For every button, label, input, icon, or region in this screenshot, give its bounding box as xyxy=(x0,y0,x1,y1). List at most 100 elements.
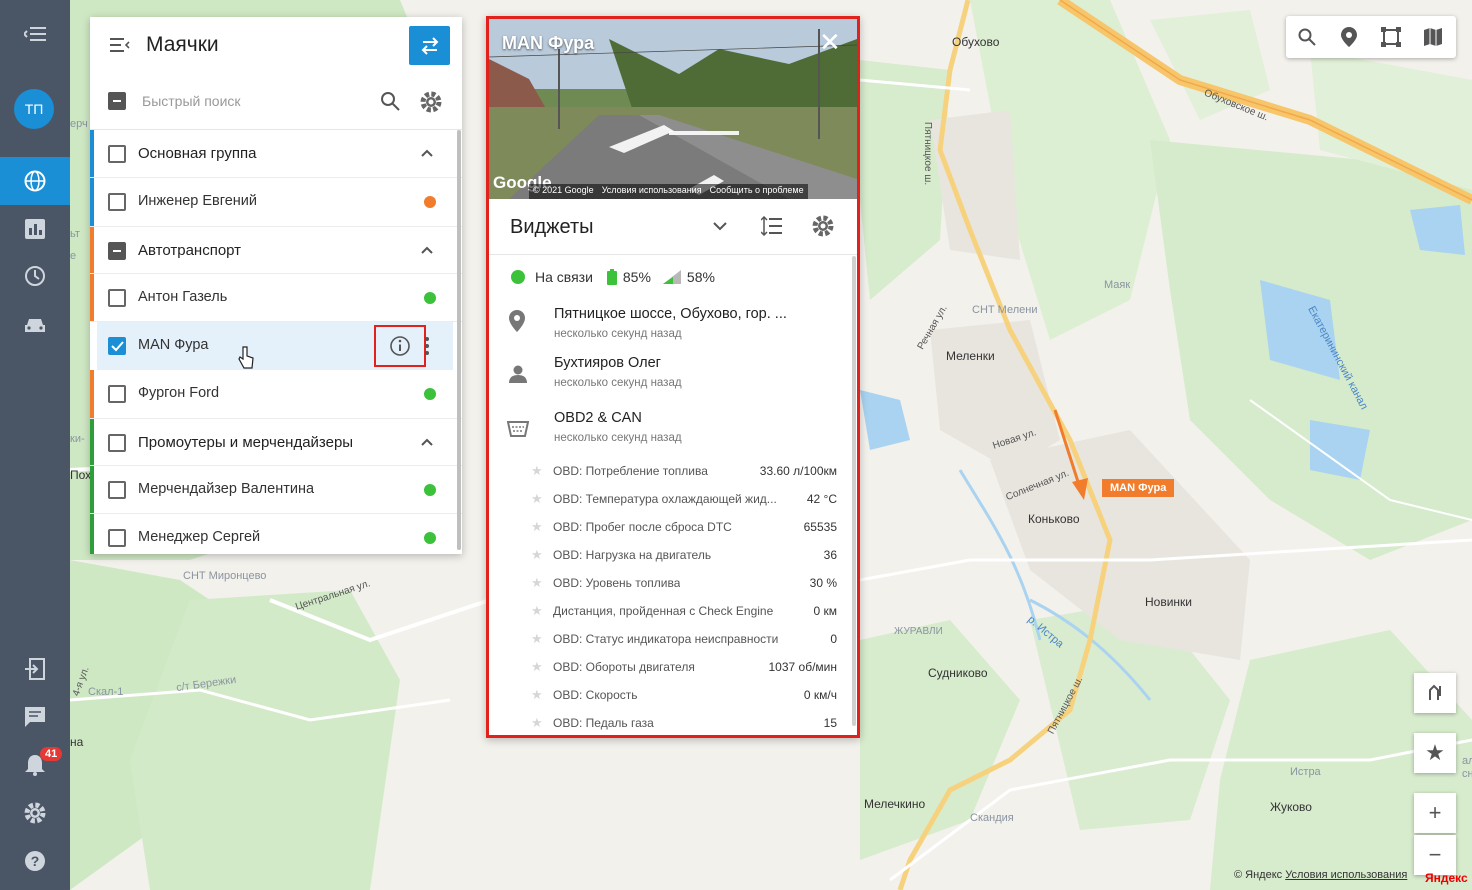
info-button[interactable] xyxy=(374,325,426,367)
list-item-selected[interactable]: MAN Фура xyxy=(97,322,453,370)
settings-gear-icon[interactable] xyxy=(420,91,442,113)
star-icon[interactable]: ★ xyxy=(531,547,543,563)
search-icon[interactable] xyxy=(380,91,400,111)
view-switch-button[interactable] xyxy=(409,26,450,65)
person-icon xyxy=(509,365,527,383)
user-avatar[interactable]: ТП xyxy=(14,89,54,129)
obd-param-name: OBD: Потребление топлива xyxy=(553,464,708,478)
map-label-skandiya: Скандия xyxy=(970,812,1014,824)
map-area-button[interactable] xyxy=(1370,16,1412,58)
truck-map-marker-label[interactable]: MAN Фура xyxy=(1102,479,1175,497)
obd-param-row[interactable]: ★ OBD: Пробег после сброса DTC 65535 xyxy=(489,514,849,542)
map-routing-button[interactable] xyxy=(1414,673,1456,713)
group-row-transport[interactable]: Автотранспорт xyxy=(90,226,462,274)
obd-param-row[interactable]: ★ OBD: Нагрузка на двигатель 36 xyxy=(489,542,849,570)
item-checkbox-checked[interactable] xyxy=(108,337,126,355)
group-row-main[interactable]: Основная группа xyxy=(90,130,462,178)
nav-settings[interactable] xyxy=(0,789,70,837)
obd-widget[interactable]: OBD2 & CAN несколько секунд назад xyxy=(489,410,849,454)
card-scrollbar[interactable] xyxy=(852,256,856,726)
widgets-gear-icon[interactable] xyxy=(812,215,834,237)
photo-report-link[interactable]: Сообщить о проблеме xyxy=(710,185,804,198)
group-name: Автотранспорт xyxy=(138,242,242,259)
obd-param-row[interactable]: ★ Дистанция, пройденная с Check Engine 0 к… xyxy=(489,598,849,626)
obd-param-row[interactable]: ★ OBD: Скорость 0 км/ч xyxy=(489,682,849,710)
item-checkbox[interactable] xyxy=(108,385,126,403)
star-icon[interactable]: ★ xyxy=(531,519,543,535)
group-checkbox[interactable] xyxy=(108,145,126,163)
list-item[interactable]: Мерчендайзер Валентина xyxy=(90,466,462,514)
beacons-panel: Маячки Основная группа Инженер Евгений xyxy=(90,17,462,554)
obd-param-row[interactable]: ★ OBD: Обороты двигателя 1037 об/мин xyxy=(489,654,849,682)
obd-param-row[interactable]: ★ OBD: Педаль газа 15 xyxy=(489,710,849,735)
nav-reports[interactable] xyxy=(0,205,70,253)
obd-param-name: OBD: Обороты двигателя xyxy=(553,660,695,674)
item-checkbox[interactable] xyxy=(108,481,126,499)
map-search-button[interactable] xyxy=(1286,16,1328,58)
star-icon[interactable]: ★ xyxy=(531,631,543,647)
select-all-checkbox[interactable] xyxy=(108,92,126,110)
map-label-right-1: ала xyxy=(1462,755,1472,767)
obd-param-row[interactable]: ★ OBD: Температура охлаждающей жид... 42 °… xyxy=(489,486,849,514)
map-favorites-button[interactable]: ★ xyxy=(1414,733,1456,773)
star-icon[interactable]: ★ xyxy=(531,463,543,479)
zoom-out-button[interactable]: − xyxy=(1414,835,1456,875)
group-checkbox[interactable] xyxy=(108,242,126,260)
obd-title: OBD2 & CAN xyxy=(554,410,642,426)
group-row-promoters[interactable]: Промоутеры и мерчендайзеры xyxy=(90,418,462,466)
street-view-photo[interactable]: MAN Фура ✕ Google © 2021 Google Условия … xyxy=(489,19,857,199)
chevron-up-icon[interactable] xyxy=(420,435,434,449)
star-icon[interactable]: ★ xyxy=(531,603,543,619)
item-checkbox[interactable] xyxy=(108,529,126,547)
nav-history[interactable] xyxy=(0,252,70,300)
map-label-snt-mironcevo: СНТ Миронцево xyxy=(183,570,267,582)
star-icon[interactable]: ★ xyxy=(531,659,543,675)
chevron-down-icon[interactable] xyxy=(711,217,729,235)
obd-param-row[interactable]: ★ OBD: Статус индикатора неисправности 0 xyxy=(489,626,849,654)
more-vertical-icon[interactable] xyxy=(424,336,430,356)
photo-terms-link[interactable]: Условия использования xyxy=(602,185,702,198)
zoom-in-button[interactable]: + xyxy=(1414,793,1456,833)
nav-help[interactable]: ? xyxy=(0,837,70,885)
star-icon[interactable]: ★ xyxy=(531,715,543,731)
nav-vehicles[interactable] xyxy=(0,302,70,350)
star-icon[interactable]: ★ xyxy=(531,575,543,591)
map-copyright-text: © Яндекс xyxy=(1234,869,1283,881)
quick-search-input[interactable] xyxy=(142,93,362,109)
chevron-up-icon[interactable] xyxy=(420,146,434,160)
chevron-up-icon[interactable] xyxy=(420,243,434,257)
sort-icon[interactable] xyxy=(761,216,783,236)
map-label-mayak: Маяк xyxy=(1104,279,1131,291)
map-pin-button[interactable] xyxy=(1328,16,1370,58)
search-row xyxy=(90,75,462,130)
close-card-button[interactable]: ✕ xyxy=(819,29,841,55)
nav-logout[interactable] xyxy=(0,645,70,693)
list-item[interactable]: Фургон Ford xyxy=(90,370,462,418)
map-terms-link[interactable]: Условия использования xyxy=(1285,869,1407,881)
obd-param-value: 1037 об/мин xyxy=(768,660,838,674)
list-item[interactable]: Менеджер Сергей xyxy=(90,514,462,554)
group-checkbox[interactable] xyxy=(108,434,126,452)
status-dot xyxy=(424,484,436,496)
driver-widget[interactable]: Бухтияров Олег несколько секунд назад xyxy=(489,355,849,399)
star-icon[interactable]: ★ xyxy=(531,491,543,507)
item-checkbox[interactable] xyxy=(108,289,126,307)
obd-param-name: OBD: Статус индикатора неисправности xyxy=(553,632,779,646)
item-checkbox[interactable] xyxy=(108,193,126,211)
status-dot xyxy=(424,196,436,208)
beacons-scrollbar[interactable] xyxy=(457,130,461,550)
map-layers-button[interactable] xyxy=(1412,16,1454,58)
obd-param-row[interactable]: ★ OBD: Потребление топлива 33.60 л/100км xyxy=(489,458,849,486)
location-pin-icon xyxy=(1341,27,1357,47)
nav-collapse-button[interactable] xyxy=(0,10,70,58)
star-icon[interactable]: ★ xyxy=(531,687,543,703)
list-item[interactable]: Антон Газель xyxy=(90,274,462,322)
list-item[interactable]: Инженер Евгений xyxy=(90,178,462,226)
obd-param-name: OBD: Скорость xyxy=(553,688,638,702)
nav-chat[interactable] xyxy=(0,693,70,741)
map-toolbar xyxy=(1286,16,1456,58)
nav-map[interactable] xyxy=(0,157,70,205)
address-widget[interactable]: Пятницкое шоссе, Обухово, гор. ... неско… xyxy=(489,306,849,350)
obd-param-row[interactable]: ★ OBD: Уровень топлива 30 % xyxy=(489,570,849,598)
panel-menu-icon[interactable] xyxy=(110,37,130,53)
